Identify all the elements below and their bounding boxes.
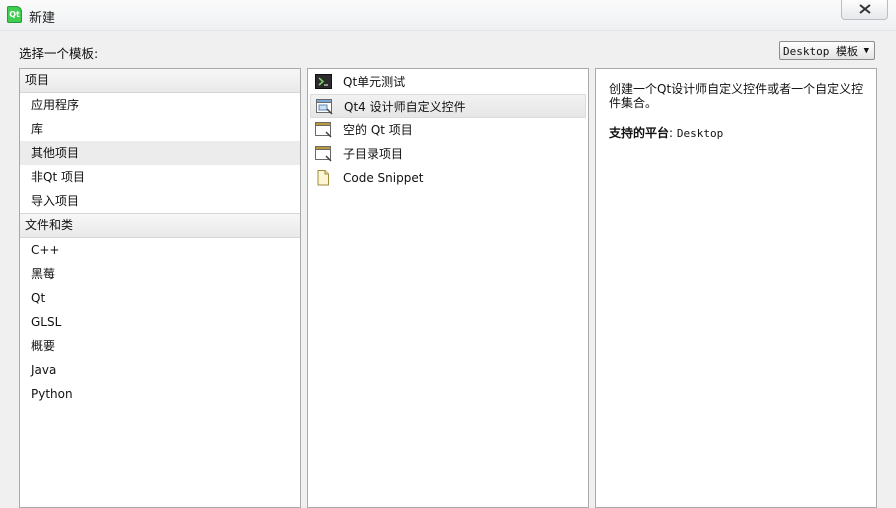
document-icon [317, 170, 329, 186]
title-bar: Qt 新建 [0, 0, 896, 31]
window-title: 新建 [29, 11, 56, 26]
template-description: 创建一个Qt设计师自定义控件或者一个自定义控件集合。 [609, 82, 864, 110]
close-button[interactable] [841, 0, 888, 20]
platform-value: Desktop [676, 127, 724, 140]
category-item[interactable]: Python [20, 382, 300, 406]
template-item[interactable]: 空的 Qt 项目 [310, 118, 586, 142]
category-item[interactable]: 概要 [20, 334, 300, 358]
filter-selected-value: Desktop 模板 [783, 45, 858, 58]
template-label: 子目录项目 [343, 147, 404, 161]
window-icon [315, 122, 332, 138]
template-item[interactable]: Code Snippet [310, 166, 586, 190]
category-item[interactable]: 其他项目 [20, 141, 300, 165]
template-item[interactable]: 子目录项目 [310, 142, 586, 166]
template-label: Qt单元测试 [343, 75, 406, 89]
category-item[interactable]: 导入项目 [20, 189, 300, 213]
template-label: Qt4 设计师自定义控件 [344, 100, 466, 114]
template-item[interactable]: Qt单元测试 [310, 70, 586, 94]
template-label: 空的 Qt 项目 [343, 123, 413, 137]
category-item[interactable]: 库 [20, 117, 300, 141]
platform-separator: : [669, 126, 674, 140]
category-header-projects: 项目 [20, 69, 300, 93]
terminal-icon [315, 74, 332, 89]
category-header-files: 文件和类 [20, 213, 300, 238]
choose-template-label: 选择一个模板: [19, 46, 99, 61]
template-filter-select[interactable]: Desktop 模板 ▼ [779, 41, 875, 60]
window-icon [315, 146, 332, 162]
category-list[interactable]: 项目 应用程序 库 其他项目 非Qt 项目 导入项目 文件和类 C++ 黑莓 Q… [19, 68, 301, 508]
platform-label: 支持的平台 [609, 126, 670, 140]
template-label: Code Snippet [343, 171, 424, 185]
description-panel: 创建一个Qt设计师自定义控件或者一个自定义控件集合。 支持的平台: Deskto… [595, 68, 877, 508]
template-item[interactable]: Qt4 设计师自定义控件 [310, 94, 586, 118]
category-item[interactable]: Java [20, 358, 300, 382]
category-item[interactable]: C++ [20, 238, 300, 262]
category-item[interactable]: 黑莓 [20, 262, 300, 286]
supported-platforms: 支持的平台: Desktop [609, 124, 723, 141]
close-icon [858, 4, 871, 14]
category-item[interactable]: 应用程序 [20, 93, 300, 117]
qt-app-icon: Qt [7, 6, 22, 23]
designer-widget-icon [316, 99, 333, 115]
template-list[interactable]: Qt单元测试 Qt4 设计师自定义控件 空的 Qt 项目 子目录项目 Code … [307, 68, 589, 508]
chevron-down-icon: ▼ [863, 46, 869, 56]
category-item[interactable]: 非Qt 项目 [20, 165, 300, 189]
category-item[interactable]: GLSL [20, 310, 300, 334]
category-item[interactable]: Qt [20, 286, 300, 310]
